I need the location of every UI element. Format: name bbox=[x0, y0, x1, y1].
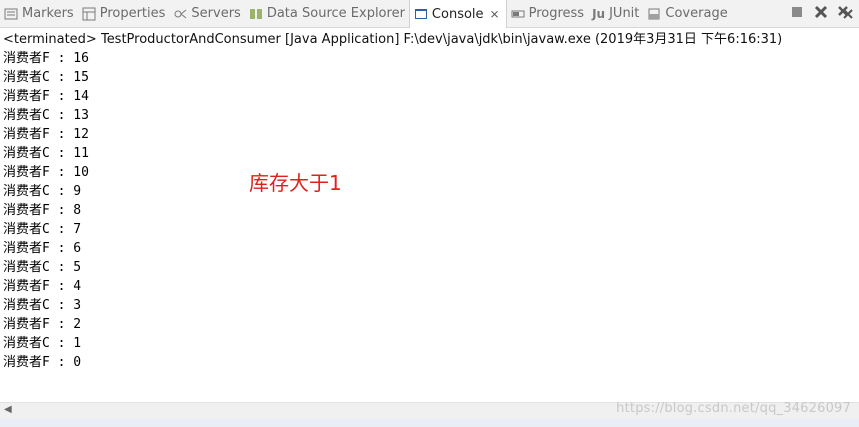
bottom-strip bbox=[0, 419, 859, 427]
tab-label: Markers bbox=[22, 6, 74, 21]
annotation-text: 库存大于1 bbox=[249, 171, 342, 195]
tab-data-source-explorer[interactable]: Data Source Explorer bbox=[245, 0, 409, 27]
console-line: 消费者F : 8 bbox=[3, 203, 82, 218]
console-line: 消费者C : 7 bbox=[3, 222, 82, 237]
tab-label: Properties bbox=[99, 6, 166, 21]
tab-label: Servers bbox=[191, 6, 241, 21]
properties-icon bbox=[82, 7, 96, 21]
tab-label: Coverage bbox=[665, 6, 728, 21]
tab-junit[interactable]: Ju JUnit bbox=[588, 0, 643, 27]
terminate-icon[interactable] bbox=[789, 4, 805, 20]
console-line: 消费者C : 1 bbox=[3, 336, 82, 351]
coverage-icon bbox=[647, 7, 661, 21]
console-line: 消费者F : 14 bbox=[3, 89, 89, 104]
console-line: 消费者C : 11 bbox=[3, 146, 89, 161]
servers-icon bbox=[173, 7, 187, 21]
remove-all-terminated-icon[interactable] bbox=[837, 4, 853, 20]
console-line: 消费者F : 0 bbox=[3, 355, 82, 370]
close-icon[interactable]: ⨯ bbox=[490, 7, 500, 21]
console-line: 消费者C : 15 bbox=[3, 70, 89, 85]
console-line: 消费者F : 6 bbox=[3, 241, 82, 256]
console-header: <terminated> TestProductorAndConsumer [J… bbox=[3, 32, 783, 47]
progress-icon bbox=[511, 7, 525, 21]
console-line: 消费者C : 5 bbox=[3, 260, 82, 275]
remove-launch-icon[interactable] bbox=[813, 4, 829, 20]
markers-icon bbox=[4, 7, 18, 21]
tab-label: Progress bbox=[528, 6, 585, 21]
console-line: 消费者F : 2 bbox=[3, 317, 82, 332]
console-line: 消费者C : 3 bbox=[3, 298, 82, 313]
tab-servers[interactable]: Servers bbox=[169, 0, 244, 27]
watermark: https://blog.csdn.net/qq_34626097 bbox=[616, 401, 851, 416]
console-line: 消费者C : 13 bbox=[3, 108, 89, 123]
tab-console[interactable]: Console ⨯ bbox=[408, 0, 507, 28]
tab-progress[interactable]: Progress bbox=[507, 0, 588, 27]
console-line: 消费者F : 10 bbox=[3, 165, 89, 180]
console-line: 消费者F : 4 bbox=[3, 279, 82, 294]
junit-icon: Ju bbox=[592, 6, 606, 21]
console-line: 消费者F : 12 bbox=[3, 127, 89, 142]
view-tab-bar: Markers Properties Servers Data Source E… bbox=[0, 0, 859, 28]
scroll-left-arrow-icon[interactable]: ◀ bbox=[4, 404, 12, 415]
console-output: 消费者F : 16 消费者C : 15 消费者F : 14 消费者C : 13 … bbox=[3, 49, 89, 372]
tab-label: JUnit bbox=[609, 6, 640, 21]
tab-markers[interactable]: Markers bbox=[0, 0, 78, 27]
view-toolbar bbox=[789, 4, 853, 20]
tab-label: Console bbox=[431, 6, 484, 22]
console-line: 消费者C : 9 bbox=[3, 184, 82, 199]
data-source-icon bbox=[249, 7, 263, 21]
tab-label: Data Source Explorer bbox=[266, 6, 405, 21]
console-icon bbox=[414, 7, 428, 21]
tab-coverage[interactable]: Coverage bbox=[643, 0, 731, 27]
console-line: 消费者F : 16 bbox=[3, 51, 89, 66]
tab-properties[interactable]: Properties bbox=[78, 0, 170, 27]
